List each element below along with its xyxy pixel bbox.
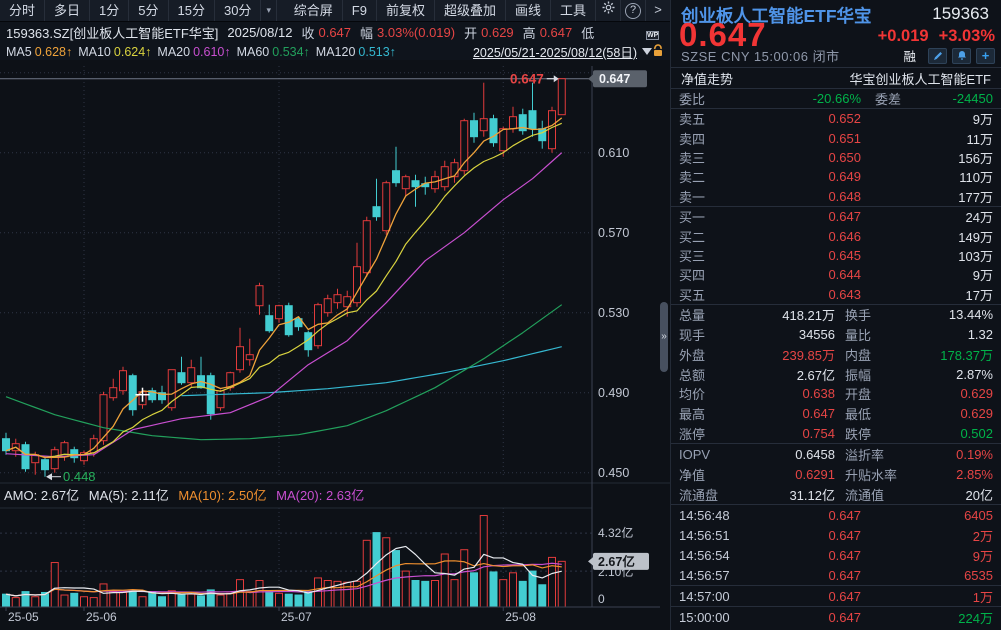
help-icon[interactable]: ?: [621, 0, 646, 21]
bid-row-2[interactable]: 买二0.646149万: [671, 226, 1001, 245]
stat-row: 流通盘31.12亿流通值20亿: [671, 484, 1001, 504]
trade-row: 14:56:570.6476535: [671, 565, 1001, 585]
add-icon[interactable]: +: [976, 48, 995, 64]
alert-bell-icon[interactable]: [952, 48, 971, 64]
svg-text:0.450: 0.450: [598, 466, 629, 480]
stat-row: 净值0.6291升贴水率2.85%: [671, 464, 1001, 484]
range-dropdown-icon[interactable]: [642, 48, 652, 55]
amo-value: AMO: 2.67亿: [4, 488, 79, 503]
chevron-right-icon[interactable]: >: [646, 0, 670, 21]
panel-collapse-handle[interactable]: »: [660, 302, 668, 372]
ma-legend-bar: MA50.628↑ MA100.624↑ MA200.610↑ MA600.53…: [0, 43, 670, 60]
weibi-row: 委比 -20.66% 委差 -24450: [671, 89, 1001, 108]
tab-nav-trend[interactable]: 净值走势: [681, 69, 733, 88]
symbol-label: 159363.SZ[创业板人工智能ETF华宝]: [6, 23, 218, 42]
menu-forward-adjust[interactable]: 前复权: [377, 0, 435, 21]
stat-row: 涨停0.754跌停0.502: [671, 424, 1001, 444]
svg-text:25-07: 25-07: [281, 610, 312, 624]
wp-monitor-icon[interactable]: WP: [646, 25, 666, 40]
weibi-value: -20.66%: [737, 91, 861, 106]
quote-panel: 创业板人工智能ETF华宝 159363 0.647 +0.019+3.03% S…: [670, 0, 1001, 630]
nav-tabs-row: 净值走势 华宝创业板人工智能ETF: [671, 68, 1001, 89]
tab-1min[interactable]: 1分: [90, 0, 129, 21]
weicha-value: -24450: [901, 91, 993, 106]
bid-row-3[interactable]: 买三0.645103万: [671, 246, 1001, 265]
menu-tools[interactable]: 工具: [551, 0, 596, 21]
tab-5min[interactable]: 5分: [129, 0, 168, 21]
stat-row: 总额2.67亿振幅2.87%: [671, 364, 1001, 384]
vol-ma10-value: MA(10): 2.50亿: [178, 488, 266, 503]
period-toolbar: 分时 多日 1分 5分 15分 30分 ▾ 综合屏 F9 前复权 超级叠加 画线…: [0, 0, 670, 22]
svg-text:0.647: 0.647: [599, 72, 630, 86]
tab-30min[interactable]: 30分: [215, 0, 261, 21]
ask-row-2[interactable]: 卖二0.649110万: [671, 167, 1001, 186]
trading-terminal: 分时 多日 1分 5分 15分 30分 ▾ 综合屏 F9 前复权 超级叠加 画线…: [0, 0, 1001, 630]
menu-super-overlay[interactable]: 超级叠加: [435, 0, 506, 21]
chart-panel: 分时 多日 1分 5分 15分 30分 ▾ 综合屏 F9 前复权 超级叠加 画线…: [0, 0, 670, 630]
change-pct: +3.03%: [939, 27, 995, 45]
ask-row-3[interactable]: 卖三0.650156万: [671, 148, 1001, 167]
security-code: 159363: [932, 4, 989, 24]
stat-row: IOPV0.6458溢折率0.19%: [671, 444, 1001, 464]
bid-row-4[interactable]: 买四0.6449万: [671, 265, 1001, 284]
stat-row: 总量418.21万换手13.44%: [671, 305, 1001, 325]
menu-draw-line[interactable]: 画线: [506, 0, 551, 21]
margin-badge[interactable]: 融: [903, 46, 916, 65]
svg-text:2.67亿: 2.67亿: [598, 554, 635, 569]
stat-row: 均价0.638开盘0.629: [671, 384, 1001, 404]
high-value: 0.647: [540, 25, 573, 40]
svg-text:0.530: 0.530: [598, 306, 629, 320]
bid-row-1[interactable]: 买一0.64724万: [671, 207, 1001, 226]
menu-composite-screen[interactable]: 综合屏: [285, 0, 343, 21]
trade-row: 14:56:510.6472万: [671, 525, 1001, 545]
menu-f9[interactable]: F9: [343, 0, 377, 21]
svg-text:0: 0: [598, 592, 605, 606]
svg-text:25-08: 25-08: [505, 610, 536, 624]
tab-15min[interactable]: 15分: [169, 0, 215, 21]
more-periods-icon[interactable]: ▾: [261, 0, 277, 21]
close-value: 0.647: [318, 25, 351, 40]
tab-duori[interactable]: 多日: [45, 0, 90, 21]
tab-fenshi[interactable]: 分时: [0, 0, 45, 21]
vol-ma20-value: MA(20): 2.63亿: [276, 488, 364, 503]
lock-icon[interactable]: [652, 44, 664, 60]
symbol-info-bar: 159363.SZ[创业板人工智能ETF华宝] 2025/08/12 收0.64…: [0, 22, 670, 43]
svg-text:0.647: 0.647: [510, 72, 544, 87]
gear-icon[interactable]: [596, 0, 621, 21]
svg-text:0.610: 0.610: [598, 146, 629, 160]
trade-row: 15:00:000.647224万: [671, 607, 1001, 627]
date-range-selector[interactable]: 2025/05/21-2025/08/12(58日): [473, 42, 637, 61]
trade-row: 14:56:540.6479万: [671, 545, 1001, 565]
edit-icon[interactable]: [928, 48, 947, 64]
trade-row: 14:56:480.6476405: [671, 505, 1001, 525]
bid-row-5[interactable]: 买五0.64317万: [671, 285, 1001, 304]
vol-ma5-value: MA(5): 2.11亿: [89, 488, 169, 503]
kline-chart[interactable]: 0.610 0.570 0.530 0.490 0.450 25-05 25-06 25-07…: [0, 60, 670, 630]
trade-date: 2025/08/12: [227, 25, 292, 40]
svg-text:0.448: 0.448: [63, 469, 96, 484]
fund-full-name: 华宝创业板人工智能ETF: [849, 69, 991, 88]
quote-header: 创业板人工智能ETF华宝 159363 0.647 +0.019+3.03% S…: [671, 0, 1001, 68]
svg-text:0.490: 0.490: [598, 386, 629, 400]
volume-legend: AMO: 2.67亿 MA(5): 2.11亿 MA(10): 2.50亿 MA…: [4, 485, 370, 504]
ask-row-4[interactable]: 卖四0.65111万: [671, 128, 1001, 147]
stat-row: 最高0.647最低0.629: [671, 404, 1001, 424]
svg-text:25-06: 25-06: [86, 610, 117, 624]
change-abs: +0.019: [878, 27, 929, 45]
market-status: SZSE CNY 15:00:06 闭市: [681, 46, 840, 65]
svg-text:25-05: 25-05: [8, 610, 39, 624]
ask-row-5[interactable]: 卖五0.6529万: [671, 109, 1001, 128]
stat-row: 外盘239.85万内盘178.37万: [671, 345, 1001, 365]
change-value: 3.03%(0.019): [377, 25, 455, 40]
trade-row: 14:57:000.6471万: [671, 586, 1001, 606]
stat-row: 现手34556量比1.32: [671, 325, 1001, 345]
ask-row-1[interactable]: 卖一0.648177万: [671, 187, 1001, 206]
svg-text:0.570: 0.570: [598, 226, 629, 240]
open-value: 0.629: [481, 25, 514, 40]
svg-text:4.32亿: 4.32亿: [598, 525, 633, 540]
price-change: +0.019 +3.03%: [868, 27, 995, 46]
kline-chart-area[interactable]: 0.610 0.570 0.530 0.490 0.450 25-05 25-06 25-07…: [0, 60, 670, 630]
